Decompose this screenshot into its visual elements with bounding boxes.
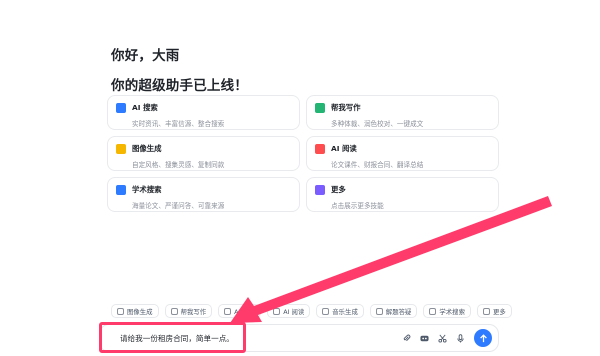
- chip-ai-read[interactable]: AI 阅读: [267, 304, 311, 318]
- chip-label: 更多: [492, 307, 506, 316]
- search-icon: [224, 307, 232, 315]
- card-desc: 实时资讯、丰富信源、整合搜索: [132, 120, 225, 128]
- card-title: AI 搜索: [132, 103, 158, 112]
- arrow-up-icon: [479, 333, 487, 342]
- chip-music-gen[interactable]: 音乐生成: [316, 304, 364, 318]
- grid-icon: [315, 184, 325, 195]
- chip-label: 图像生成: [127, 307, 153, 316]
- chip-write[interactable]: 帮我写作: [164, 304, 213, 318]
- academic-icon: [429, 307, 437, 315]
- chip-image-gen[interactable]: 图像生成: [111, 304, 159, 318]
- send-button[interactable]: [474, 329, 492, 347]
- feature-card-grid: AI 搜索 实时资讯、丰富信源、整合搜索 帮我写作 多种体裁、润色校对、一键成文…: [107, 95, 499, 212]
- input-tools: [402, 329, 492, 347]
- skill-toolbar: 图像生成 帮我写作 AI 搜索 AI 阅读 音乐生成 解题答疑 学术搜索 更多: [111, 304, 512, 318]
- chat-input-box[interactable]: 请给我一份租房合同，简单一点。: [99, 324, 499, 352]
- card-desc: 多种体裁、润色校对、一键成文: [331, 120, 424, 128]
- chip-label: 解题答疑: [385, 307, 412, 316]
- voice-call-icon[interactable]: [420, 334, 429, 343]
- card-title: AI 阅读: [331, 144, 357, 153]
- card-desc: 自定风格、搜集灵感、复制同款: [132, 161, 225, 169]
- pen-icon: [315, 102, 325, 113]
- card-ai-search[interactable]: AI 搜索 实时资讯、丰富信源、整合搜索: [107, 95, 300, 130]
- scissors-icon[interactable]: [438, 334, 447, 343]
- chip-label: AI 阅读: [283, 307, 305, 316]
- image-icon: [116, 143, 126, 154]
- chip-label: AI 搜索: [234, 307, 256, 316]
- chip-academic[interactable]: 学术搜索: [423, 304, 471, 318]
- chip-more[interactable]: 更多: [476, 304, 512, 318]
- search-icon: [116, 102, 126, 113]
- card-desc: 点击展示更多技能: [331, 202, 384, 210]
- card-image-gen[interactable]: 图像生成 自定风格、搜集灵感、复制同款: [107, 136, 300, 171]
- page: 你好，大雨 你的超级助手已上线！ AI 搜索 实时资讯、丰富信源、整合搜索 帮我…: [0, 0, 600, 356]
- image-icon: [117, 307, 124, 315]
- chip-solve[interactable]: 解题答疑: [369, 304, 418, 318]
- academic-icon: [116, 184, 126, 195]
- mic-icon[interactable]: [456, 333, 465, 343]
- card-title: 图像生成: [132, 144, 162, 153]
- book-icon: [273, 307, 281, 315]
- question-icon: [375, 307, 383, 315]
- chip-ai-search[interactable]: AI 搜索: [218, 304, 262, 318]
- card-ai-read[interactable]: AI 阅读 论文课件、财报合同、翻译总结: [306, 136, 499, 171]
- greeting-subtitle: 你的超级助手已上线！: [111, 78, 248, 94]
- attach-icon[interactable]: [402, 334, 411, 343]
- card-more[interactable]: 更多 点击展示更多技能: [306, 177, 499, 212]
- card-academic[interactable]: 学术搜索 海量论文、严谨问答、可靠来源: [107, 177, 300, 212]
- greeting: 你好，大雨 你的超级助手已上线！: [111, 44, 248, 94]
- greeting-name: 你好，大雨: [111, 48, 180, 64]
- chip-label: 学术搜索: [439, 307, 465, 316]
- music-icon: [322, 307, 330, 315]
- chat-input-text[interactable]: 请给我一份租房合同，简单一点。: [120, 333, 234, 344]
- card-title: 更多: [331, 185, 346, 194]
- card-desc: 论文课件、财报合同、翻译总结: [331, 161, 424, 169]
- pen-icon: [170, 307, 178, 315]
- card-title: 学术搜索: [132, 185, 162, 194]
- card-write[interactable]: 帮我写作 多种体裁、润色校对、一键成文: [306, 95, 499, 130]
- grid-icon: [482, 307, 490, 315]
- card-desc: 海量论文、严谨问答、可靠来源: [132, 202, 225, 210]
- chip-label: 帮我写作: [180, 307, 207, 316]
- card-title: 帮我写作: [331, 103, 361, 112]
- chip-label: 音乐生成: [332, 307, 358, 316]
- book-icon: [315, 143, 325, 154]
